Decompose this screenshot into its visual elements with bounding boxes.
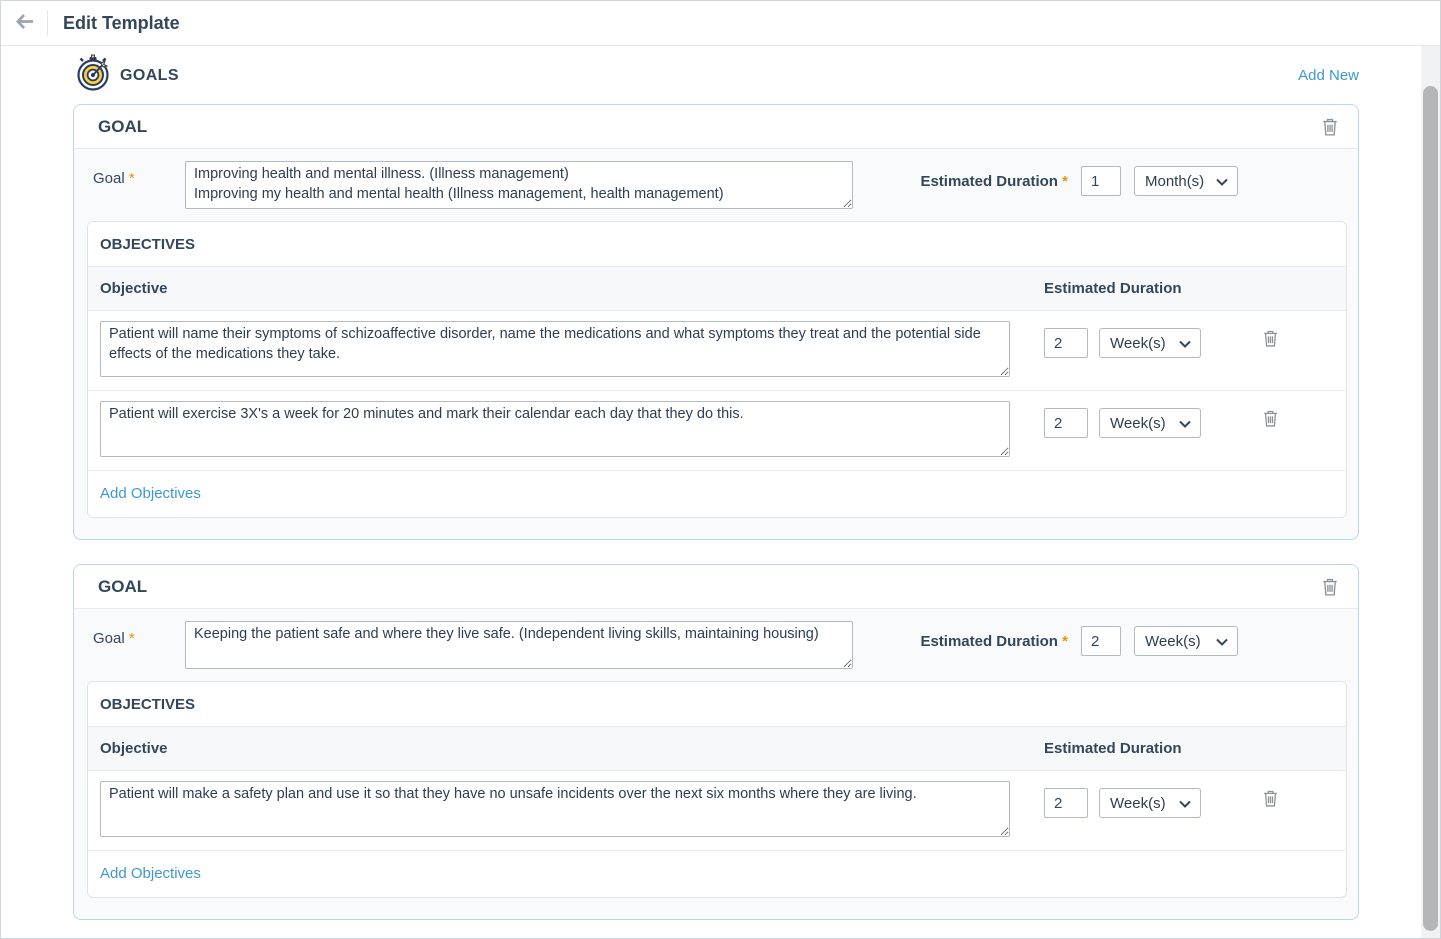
goal-card: GOAL Goal * Improving health and mental … [73, 104, 1359, 540]
add-new-goal-link[interactable]: Add New [1298, 67, 1359, 84]
top-bar: Edit Template [1, 1, 1440, 46]
goal-text-input[interactable]: Keeping the patient safe and where they … [185, 621, 853, 669]
page-title: Edit Template [63, 13, 180, 34]
trash-icon [1263, 795, 1278, 810]
goal-card: GOAL Goal * Keeping the patient safe and… [73, 564, 1359, 920]
objectives-box: OBJECTIVES Objective Estimated Duration … [87, 681, 1347, 898]
delete-objective-button[interactable] [1263, 781, 1278, 807]
goal-card-header: GOAL [74, 105, 1358, 149]
trash-icon [1322, 124, 1338, 139]
objective-duration-unit-select[interactable]: Week(s) [1099, 788, 1201, 818]
objective-row: Patient will exercise 3X's a week for 20… [88, 391, 1346, 471]
goal-duration-value-input[interactable] [1081, 166, 1121, 196]
goal-duration-unit-select[interactable]: Week(s) [1134, 626, 1238, 656]
objective-text-input[interactable]: Patient will make a safety plan and use … [100, 781, 1010, 837]
title-divider [47, 10, 48, 36]
goal-card-title: GOAL [98, 577, 147, 597]
objective-row: Patient will make a safety plan and use … [88, 771, 1346, 851]
required-marker: * [129, 170, 135, 187]
add-objectives-link[interactable]: Add Objectives [100, 485, 201, 502]
goal-duration-value-input[interactable] [1081, 626, 1121, 656]
objective-duration-value-input[interactable] [1044, 408, 1088, 438]
estimated-duration-column-header: Estimated Duration [1044, 280, 1182, 297]
required-marker: * [1062, 633, 1068, 650]
objectives-column-headers: Objective Estimated Duration [88, 727, 1346, 771]
estimated-duration-column-header: Estimated Duration [1044, 740, 1182, 757]
goal-card-title: GOAL [98, 117, 147, 137]
goal-field-row: Goal * Keeping the patient safe and wher… [74, 609, 1358, 681]
main-content: GOALS Add New GOAL Goal * [73, 54, 1359, 939]
delete-goal-button[interactable] [1322, 118, 1338, 136]
objective-column-header: Objective [100, 280, 1044, 297]
delete-objective-button[interactable] [1263, 321, 1278, 347]
goal-field-label: Goal * [93, 621, 185, 647]
goal-text-input[interactable]: Improving health and mental illness. (Il… [185, 161, 853, 209]
goals-section-header: GOALS Add New [75, 54, 1359, 97]
goal-field-row: Goal * Improving health and mental illne… [74, 149, 1358, 221]
trash-icon [1263, 415, 1278, 430]
required-marker: * [129, 630, 135, 647]
objective-row: Patient will name their symptoms of schi… [88, 311, 1346, 391]
objective-duration-value-input[interactable] [1044, 788, 1088, 818]
goal-duration-group: Estimated Duration * Week(s) [920, 621, 1238, 656]
objectives-title: OBJECTIVES [88, 222, 1346, 267]
chevron-down-icon [1216, 633, 1228, 650]
goal-card-header: GOAL [74, 565, 1358, 609]
back-button[interactable] [1, 13, 47, 33]
add-objectives-row: Add Objectives [88, 471, 1346, 517]
required-marker: * [1062, 173, 1068, 190]
objective-duration-unit-select[interactable]: Week(s) [1099, 328, 1201, 358]
objectives-column-headers: Objective Estimated Duration [88, 267, 1346, 311]
objective-duration-group: Week(s) [1044, 321, 1201, 358]
objective-duration-group: Week(s) [1044, 781, 1201, 818]
estimated-duration-label: Estimated Duration * [920, 173, 1068, 190]
objectives-box: OBJECTIVES Objective Estimated Duration … [87, 221, 1347, 518]
chevron-down-icon [1179, 335, 1191, 352]
vertical-scrollbar-thumb[interactable] [1423, 86, 1438, 931]
arrow-left-icon [15, 13, 34, 33]
estimated-duration-label: Estimated Duration * [920, 633, 1068, 650]
objective-column-header: Objective [100, 740, 1044, 757]
goal-field-label: Goal * [93, 161, 185, 187]
goals-target-icon [75, 54, 111, 97]
goals-section-title: GOALS [120, 67, 179, 85]
objectives-title: OBJECTIVES [88, 682, 1346, 727]
add-objectives-row: Add Objectives [88, 851, 1346, 897]
trash-icon [1263, 335, 1278, 350]
trash-icon [1322, 584, 1338, 599]
objective-text-input[interactable]: Patient will name their symptoms of schi… [100, 321, 1010, 377]
chevron-down-icon [1216, 173, 1228, 190]
objective-duration-unit-select[interactable]: Week(s) [1099, 408, 1201, 438]
chevron-down-icon [1179, 795, 1191, 812]
chevron-down-icon [1179, 415, 1191, 432]
add-objectives-link[interactable]: Add Objectives [100, 865, 201, 882]
delete-objective-button[interactable] [1263, 401, 1278, 427]
edit-template-window: Edit Template GOALS Add New [0, 0, 1441, 939]
delete-goal-button[interactable] [1322, 578, 1338, 596]
objective-duration-value-input[interactable] [1044, 328, 1088, 358]
objective-duration-group: Week(s) [1044, 401, 1201, 438]
vertical-scrollbar-track[interactable] [1421, 46, 1440, 938]
goal-duration-unit-select[interactable]: Month(s) [1134, 166, 1238, 196]
goal-duration-group: Estimated Duration * Month(s) [920, 161, 1238, 196]
objective-text-input[interactable]: Patient will exercise 3X's a week for 20… [100, 401, 1010, 457]
